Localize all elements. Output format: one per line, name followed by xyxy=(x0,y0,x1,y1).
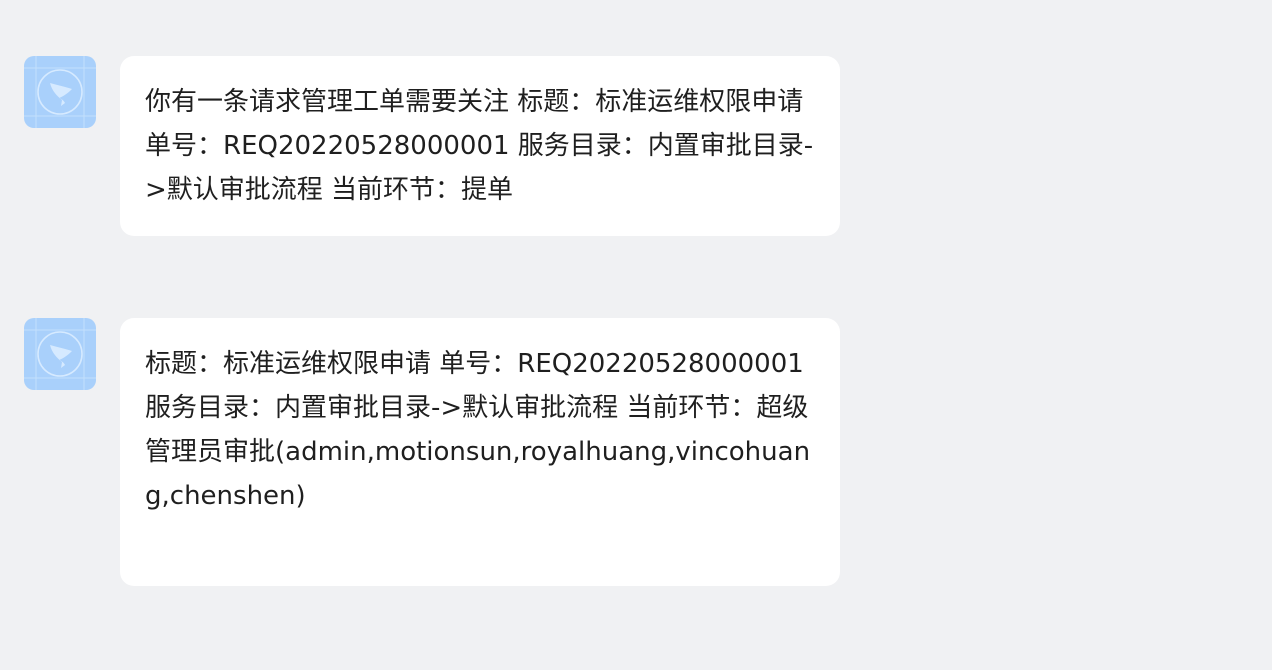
message-text: 你有一条请求管理工单需要关注 标题：标准运维权限申请 单号：REQ2022052… xyxy=(145,87,814,205)
message-text: 标题：标准运维权限申请 单号：REQ20220528000001 服务目录：内置… xyxy=(145,349,813,511)
message-bubble[interactable]: 标题：标准运维权限申请 单号：REQ20220528000001 服务目录：内置… xyxy=(120,318,840,586)
dingtalk-bot-icon xyxy=(24,56,96,128)
bot-avatar[interactable] xyxy=(24,56,96,128)
bot-avatar[interactable] xyxy=(24,318,96,390)
dingtalk-bot-icon xyxy=(24,318,96,390)
message-bubble[interactable]: 你有一条请求管理工单需要关注 标题：标准运维权限申请 单号：REQ2022052… xyxy=(120,56,840,236)
